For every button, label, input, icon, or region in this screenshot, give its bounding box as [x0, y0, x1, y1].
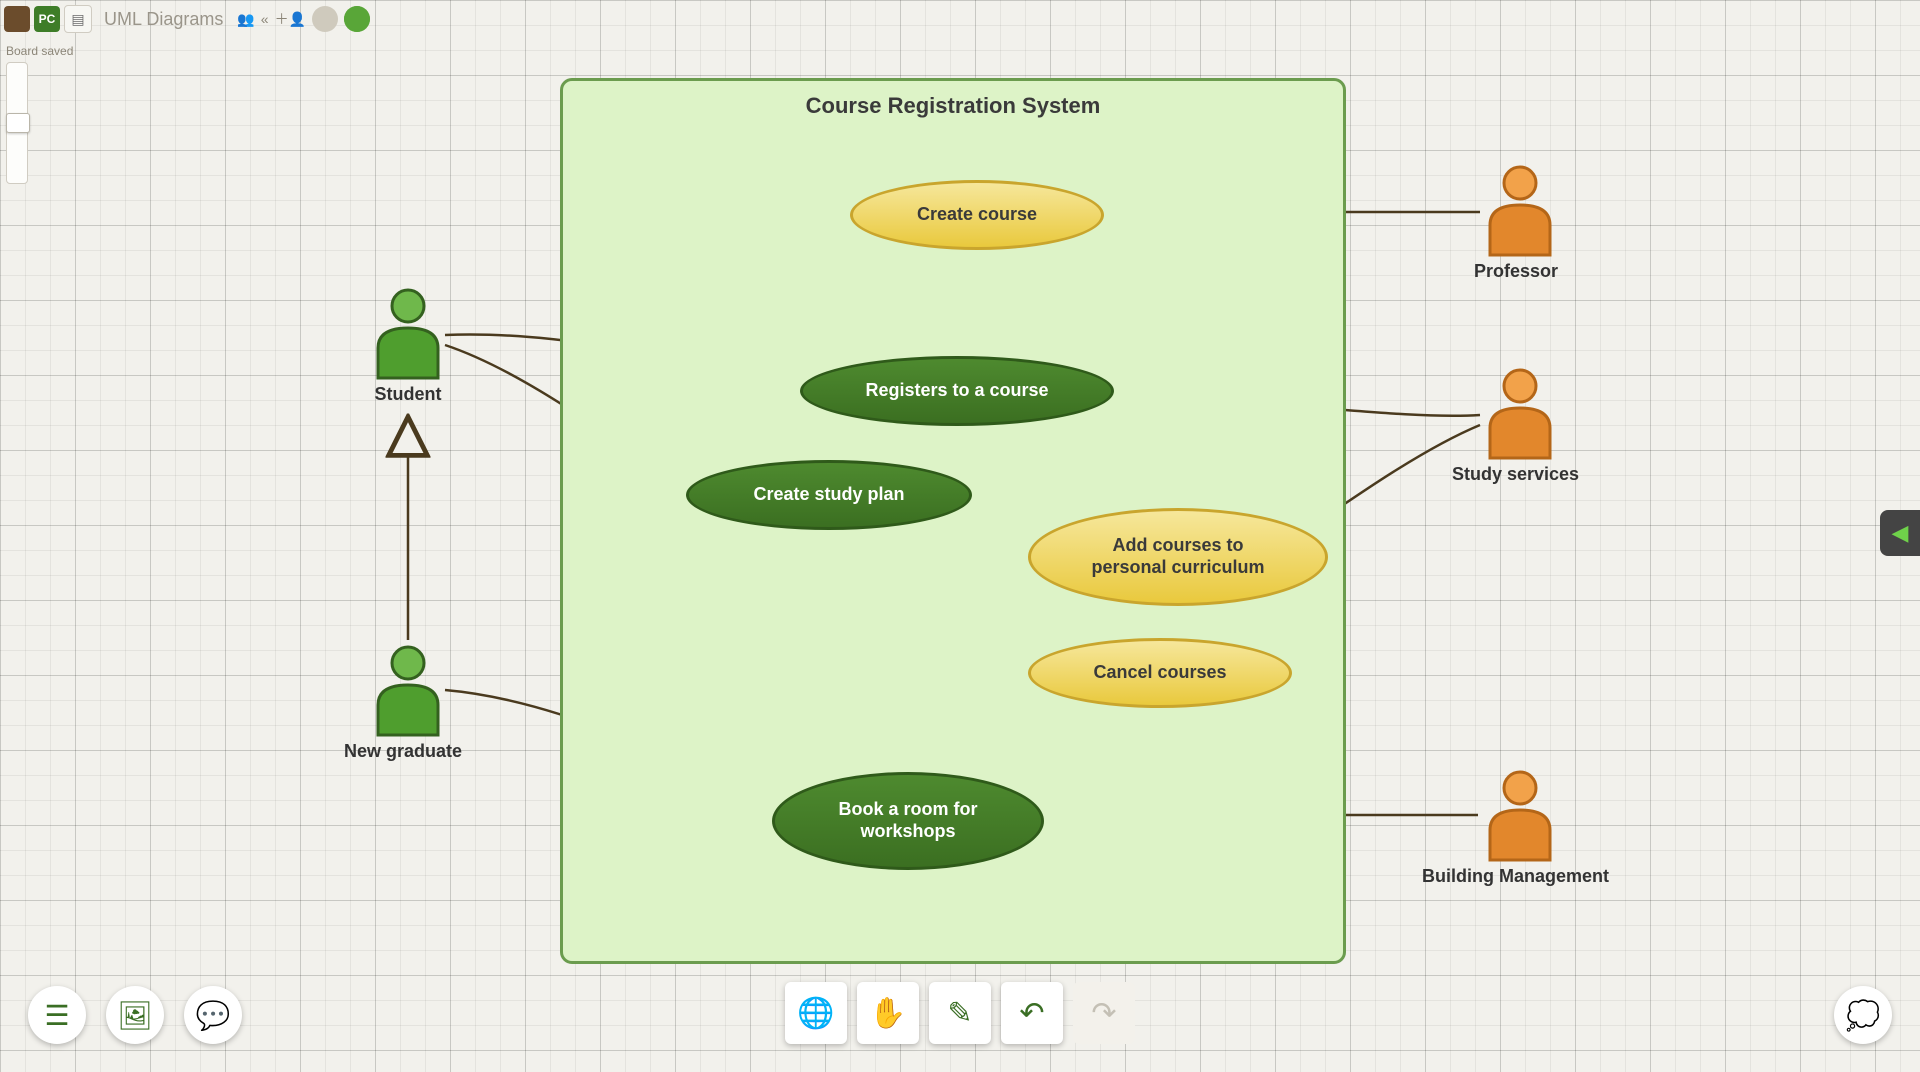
redo-icon: ↷: [1091, 996, 1116, 1031]
usecase-study-plan-label: Create study plan: [753, 484, 904, 506]
document-icon: ▤: [71, 11, 84, 28]
actor-professor[interactable]: Professor: [1484, 165, 1556, 282]
usecase-registers[interactable]: Registers to a course: [800, 356, 1114, 426]
pan-button[interactable]: ✋: [857, 982, 919, 1044]
library-button[interactable]: 🖼: [106, 986, 164, 1044]
globe-icon: 🌐: [797, 996, 834, 1031]
owner-avatar[interactable]: [4, 6, 30, 32]
comment-icon: 💬: [196, 999, 231, 1032]
draw-button[interactable]: ✎: [929, 982, 991, 1044]
usecase-add-courses-l2: personal curriculum: [1091, 557, 1264, 579]
usecase-create-course[interactable]: Create course: [850, 180, 1104, 250]
actor-newgrad-label: New graduate: [344, 741, 444, 762]
usecase-cancel-label: Cancel courses: [1093, 662, 1226, 684]
image-icon: 🖼: [117, 999, 153, 1032]
save-status: Board saved: [6, 44, 73, 58]
actor-building-management[interactable]: Building Management: [1484, 770, 1556, 887]
chat-icon: 💭: [1846, 999, 1881, 1032]
board-title[interactable]: UML Diagrams: [104, 9, 223, 30]
system-title: Course Registration System: [563, 93, 1343, 119]
topbar: PC ▤ UML Diagrams 👥 « ＋👤: [4, 4, 370, 34]
actor-professor-label: Professor: [1474, 261, 1556, 282]
usecase-cancel-courses[interactable]: Cancel courses: [1028, 638, 1292, 708]
bottom-center-toolbar: 🌐 ✋ ✎ ↶ ↷: [785, 982, 1135, 1044]
triangle-left-icon: ◀: [1892, 520, 1909, 546]
chevron-left-icon[interactable]: «: [261, 11, 269, 27]
usecase-study-plan[interactable]: Create study plan: [686, 460, 972, 530]
usecase-book-l1: Book a room for: [838, 799, 977, 821]
zoom-slider-handle[interactable]: [6, 113, 30, 133]
usecase-registers-label: Registers to a course: [865, 380, 1048, 402]
bottom-right-toolbar: 💭: [1834, 986, 1892, 1044]
presence-avatar-2[interactable]: [344, 6, 370, 32]
usecase-add-courses-l1: Add courses to: [1112, 535, 1243, 557]
actor-student-label: Student: [372, 384, 444, 405]
usecase-create-course-label: Create course: [917, 204, 1037, 226]
actor-building-label: Building Management: [1422, 866, 1556, 887]
actor-study-services[interactable]: Study services: [1484, 368, 1556, 485]
workspace-badge[interactable]: PC: [34, 6, 60, 32]
usecase-book-l2: workshops: [860, 821, 955, 843]
actor-student[interactable]: Student: [372, 288, 444, 405]
usecase-book-room[interactable]: Book a room for workshops: [772, 772, 1044, 870]
undo-button[interactable]: ↶: [1001, 982, 1063, 1044]
top-icons: 👥 « ＋👤: [237, 6, 370, 32]
comments-button[interactable]: 💬: [184, 986, 242, 1044]
bottom-left-toolbar: ☰ 🖼 💬: [28, 986, 242, 1044]
chat-button[interactable]: 💭: [1834, 986, 1892, 1044]
usecase-add-courses[interactable]: Add courses to personal curriculum: [1028, 508, 1328, 606]
map-button[interactable]: 🌐: [785, 982, 847, 1044]
presence-avatar-1[interactable]: [312, 6, 338, 32]
undo-icon: ↶: [1019, 996, 1044, 1031]
people-icon[interactable]: 👥: [237, 11, 254, 28]
zoom-slider-track[interactable]: [6, 62, 28, 184]
add-user-icon[interactable]: ＋👤: [275, 9, 306, 29]
actor-study-label: Study services: [1452, 464, 1556, 485]
menu-icon: ☰: [44, 999, 69, 1032]
right-panel-toggle[interactable]: ◀: [1880, 510, 1920, 556]
hand-icon: ✋: [869, 996, 906, 1031]
redo-button[interactable]: ↷: [1073, 982, 1135, 1044]
pencil-icon: ✎: [947, 996, 972, 1031]
board-menu-button[interactable]: ▤: [64, 5, 92, 33]
menu-button[interactable]: ☰: [28, 986, 86, 1044]
actor-new-graduate[interactable]: New graduate: [372, 645, 444, 762]
